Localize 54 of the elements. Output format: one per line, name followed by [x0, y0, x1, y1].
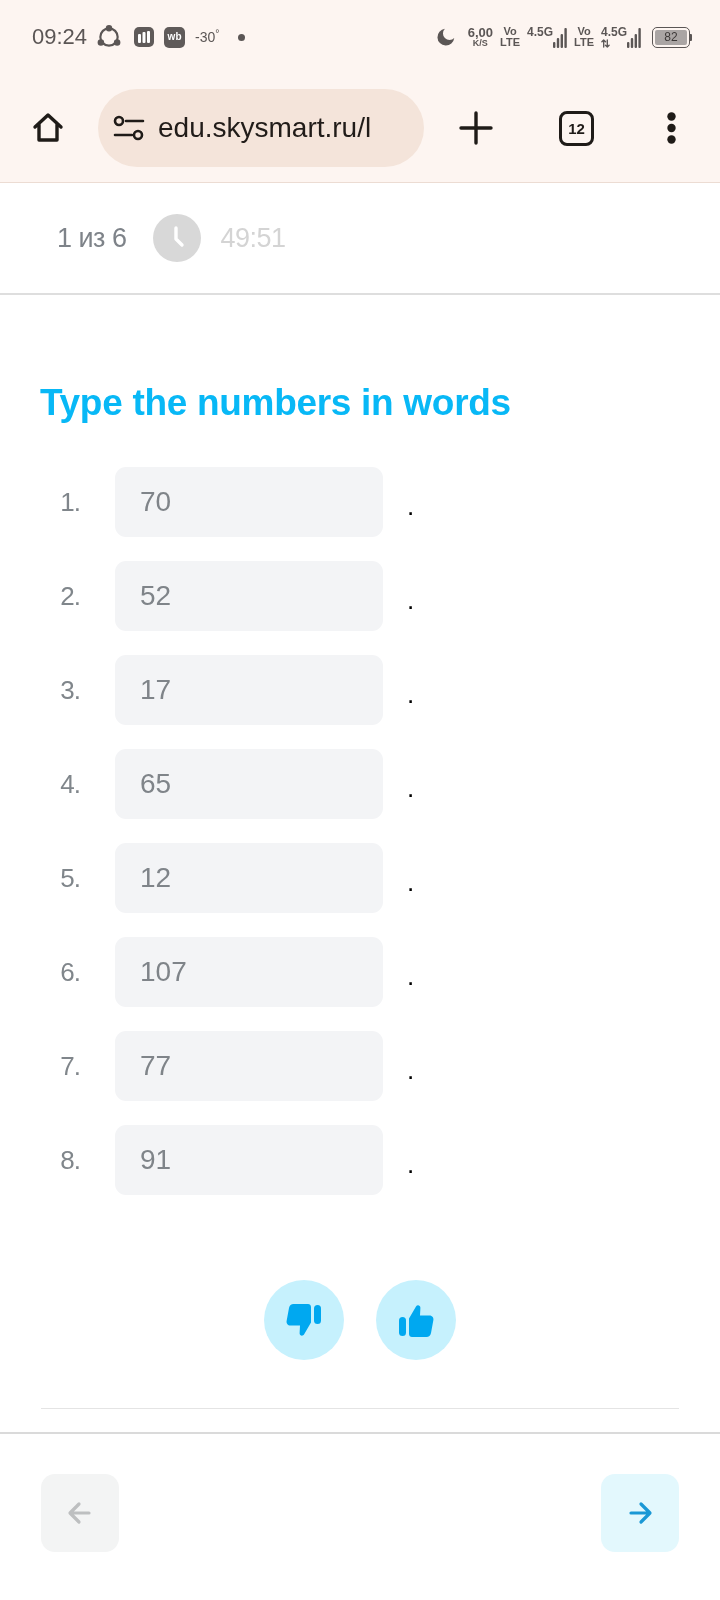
- item-end-period: .: [407, 493, 415, 519]
- signal-bars-icon: [553, 28, 567, 48]
- temperature-text: -30$^{°}$: [195, 30, 220, 44]
- item-number: 1.: [59, 489, 80, 515]
- answer-field[interactable]: 91: [115, 1125, 383, 1195]
- network-type-label: 4.5G: [527, 26, 553, 38]
- item-end-period: .: [407, 775, 415, 801]
- item-number: 5.: [59, 865, 80, 891]
- arrow-left-icon: [67, 1500, 93, 1526]
- status-time: 09:24: [32, 26, 88, 48]
- item-end-period: .: [407, 1057, 415, 1083]
- plus-icon: [459, 111, 493, 145]
- item-number: 3.: [59, 677, 80, 703]
- question-counter: 1 из 6: [57, 224, 127, 252]
- volte-label: Vo LTE: [574, 26, 594, 48]
- signal-bars-icon: [627, 28, 641, 48]
- tab-switcher-button[interactable]: 12: [559, 110, 594, 146]
- item-end-period: .: [407, 587, 415, 613]
- item-number: 2.: [59, 583, 80, 609]
- network-speed-unit: K/S: [472, 39, 488, 48]
- share-icon: [96, 24, 123, 50]
- thumbs-down-icon: [285, 1301, 323, 1339]
- item-number: 8.: [59, 1147, 80, 1173]
- url-text: edu.skysmart.ru/l: [158, 114, 372, 142]
- answer-field[interactable]: 17: [115, 655, 383, 725]
- clock-icon: [152, 214, 201, 262]
- item-end-period: .: [407, 869, 415, 895]
- item-end-period: .: [407, 1151, 415, 1177]
- item-number: 7.: [59, 1053, 80, 1079]
- app-icon: [134, 27, 155, 47]
- volte-label: Vo LTE: [500, 26, 520, 48]
- answer-field[interactable]: 52: [115, 561, 383, 631]
- battery-percentage: 82: [664, 31, 678, 43]
- item-number: 4.: [59, 771, 80, 797]
- item-number: 6.: [59, 959, 80, 985]
- menu-icon: [666, 112, 676, 144]
- answer-field[interactable]: 77: [115, 1031, 383, 1101]
- home-icon: [31, 111, 65, 145]
- network-speed-value: 6,00: [467, 26, 494, 39]
- notification-dot-icon: [237, 33, 245, 41]
- item-end-period: .: [407, 681, 415, 707]
- moon-icon: [434, 26, 457, 48]
- address-bar[interactable]: edu.skysmart.ru/l: [98, 89, 424, 167]
- arrow-right-icon: [627, 1500, 653, 1526]
- tune-icon: [112, 115, 145, 141]
- answer-field[interactable]: 65: [115, 749, 383, 819]
- answer-field[interactable]: 107: [115, 937, 383, 1007]
- next-button[interactable]: [601, 1474, 679, 1552]
- answer-field[interactable]: 12: [115, 843, 383, 913]
- app-logo-badge: wb: [164, 26, 186, 48]
- network-type-label: 4.5G: [601, 26, 627, 38]
- task-title: Type the numbers in words: [40, 381, 512, 425]
- item-end-period: .: [407, 963, 415, 989]
- answer-field[interactable]: 70: [115, 467, 383, 537]
